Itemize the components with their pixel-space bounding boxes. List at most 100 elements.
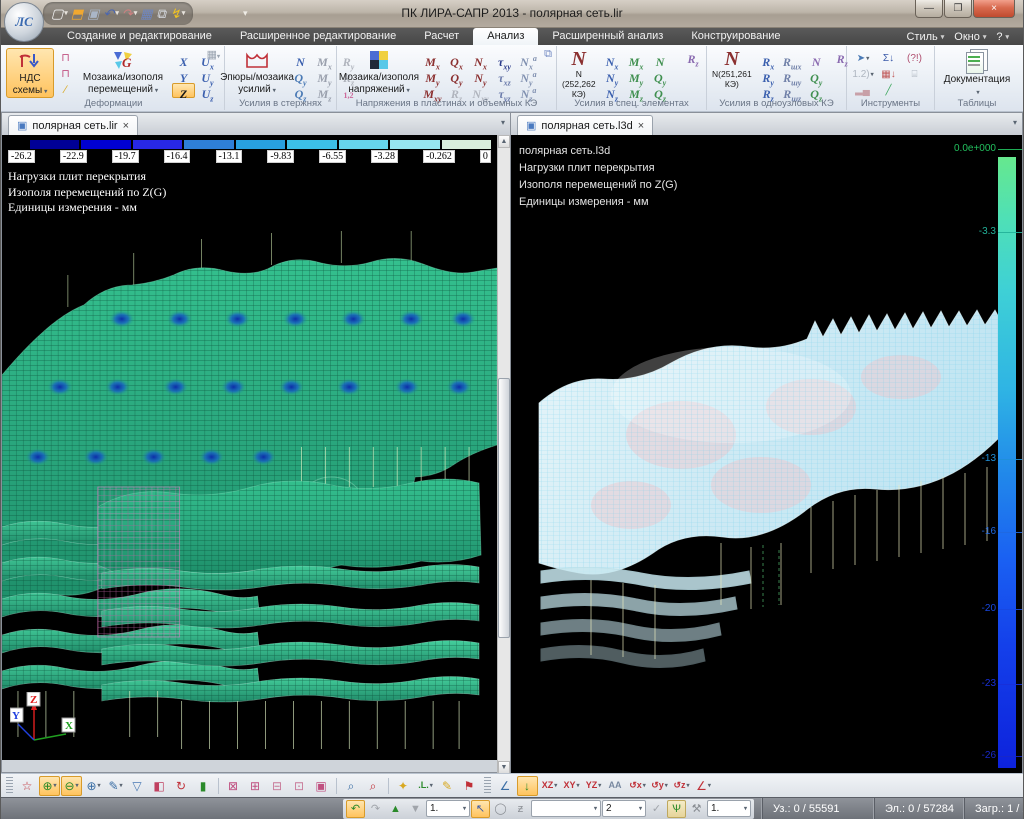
mini-icon[interactable]: ⊓ — [57, 50, 74, 65]
force-letter-button[interactable]: Mz — [313, 83, 336, 98]
window-menu-item[interactable]: ?▾ — [996, 31, 1009, 43]
measure-icon[interactable]: ✎▾ — [105, 776, 126, 796]
force-letter-button[interactable]: Y — [172, 67, 195, 82]
force-letter-button[interactable]: Mz — [625, 83, 648, 98]
force-letter-button[interactable]: Qy — [289, 67, 312, 82]
app-logo[interactable]: ЛС — [4, 2, 44, 42]
right-viewport[interactable]: полярная сеть.l3dНагрузки плит перекрыти… — [511, 135, 1022, 774]
mini-icon[interactable]: ⊓ — [57, 66, 74, 81]
panel-menu-icon[interactable]: ▾ — [1013, 118, 1017, 127]
undo-icon[interactable]: ↶▾ — [103, 7, 118, 20]
undo-view-icon[interactable]: ↶ — [346, 800, 365, 818]
force-letter-button[interactable]: Qz — [289, 83, 312, 98]
force-letter-button[interactable]: My — [421, 67, 444, 82]
force-letter-button[interactable]: Z — [172, 83, 195, 98]
chart-icon[interactable]: ▂▄ — [850, 85, 876, 96]
ribbon-tab[interactable]: Расчет — [410, 28, 473, 45]
lasso-icon[interactable]: ◯ — [491, 800, 510, 818]
new-file-icon[interactable]: ▢▾ — [51, 7, 68, 20]
force-letter-button[interactable]: Nz — [601, 83, 624, 98]
force-letter-button[interactable]: X — [172, 51, 195, 66]
force-letter-button[interactable]: Nx — [469, 51, 492, 66]
close-tab-icon[interactable]: × — [123, 120, 129, 132]
apply-icon[interactable]: ✓ — [647, 800, 666, 818]
redo-icon[interactable]: ↷▾ — [122, 7, 137, 20]
force-letter-button[interactable]: Nx — [601, 51, 624, 66]
left-vertical-scrollbar[interactable]: ▲ ▼ — [497, 135, 510, 774]
close-tab-icon[interactable]: × — [638, 120, 644, 132]
load-select[interactable]: 1.▾ — [707, 800, 751, 817]
flash-icon[interactable]: ↯▾ — [170, 7, 185, 20]
filter-icon[interactable]: ▽ — [127, 776, 148, 796]
ribbon-tab[interactable]: Создание и редактирование — [53, 28, 226, 45]
flag-icon[interactable]: ⚑ — [459, 776, 480, 796]
mosaic-save-icon[interactable]: ▦↓ — [876, 69, 902, 80]
wand-icon[interactable]: ╱ — [876, 85, 902, 96]
window-menu-item[interactable]: Стиль▾ — [906, 31, 944, 43]
polygon-select-icon[interactable]: ☆ — [17, 776, 38, 796]
perspective-icon[interactable]: АА — [605, 776, 626, 796]
force-letter-button[interactable]: Mxy — [421, 83, 444, 98]
force-diagrams-button[interactable]: Эпюры/мозаика усилий▾ — [228, 48, 286, 98]
fragment-icon[interactable]: ⊠ — [223, 776, 244, 796]
rotate-z-icon[interactable]: ↺z▾ — [671, 776, 692, 796]
flashlight-icon[interactable]: ✦ — [393, 776, 414, 796]
iso-view-icon[interactable]: ∠▾ — [693, 776, 714, 796]
numbering-icon[interactable]: 1.2)▾ — [850, 69, 876, 80]
left-viewport[interactable]: -26.2-22.9-19.7-16.4-13.1-9.83-6.55-3.28… — [2, 135, 497, 760]
force-letter-button[interactable]: Ny — [601, 67, 624, 82]
node-mode-icon[interactable]: ↖ — [471, 800, 490, 818]
clipboard-icon[interactable]: ⧉ — [544, 48, 552, 61]
mosaic-small-icon[interactable]: ▦▾ — [207, 48, 220, 61]
ribbon-tab[interactable]: Конструирование — [677, 28, 794, 45]
open-folder-icon[interactable]: ⬒ — [71, 7, 84, 20]
force-letter-button[interactable]: Rшy — [781, 67, 804, 82]
fragment-restore-icon[interactable]: ⊡ — [289, 776, 310, 796]
fragment-all-icon[interactable]: ▣ — [311, 776, 332, 796]
ribbon-tab[interactable]: Расширенный анализ — [538, 28, 677, 45]
count-select[interactable]: 2▾ — [602, 800, 646, 817]
mirror-icon[interactable]: ◧ — [149, 776, 170, 796]
brush-icon[interactable]: ▮ — [193, 776, 214, 796]
up-icon[interactable]: ▲ — [386, 800, 405, 818]
save-icon[interactable]: ▣ — [87, 7, 100, 20]
force-letter-button[interactable]: Qy — [805, 67, 828, 82]
scale-select[interactable]: 1.▾ — [426, 800, 470, 817]
rotate-x-icon[interactable]: ↺x▾ — [627, 776, 648, 796]
force-letter-button[interactable]: Mx — [625, 51, 648, 66]
zoom-extents-icon[interactable]: ⊕▾ — [83, 776, 104, 796]
close-button[interactable]: × — [973, 0, 1015, 18]
force-letter-button[interactable]: N — [649, 51, 672, 66]
copy-icon[interactable]: ⧉ — [157, 7, 167, 20]
iso-axes-icon[interactable]: ∠ — [495, 776, 516, 796]
hammer-icon[interactable]: ⚒ — [687, 800, 706, 818]
stress-mosaic-button[interactable]: Мозаика/изополя напряжений▾ — [340, 48, 418, 98]
force-letter-button[interactable]: Nxy — [469, 83, 492, 98]
toolbar-sep[interactable] — [336, 778, 337, 794]
force-letter-button[interactable]: Ny — [469, 67, 492, 82]
pencil-icon[interactable]: ✎ — [437, 776, 458, 796]
special-n-button[interactable]: N N (252,262 КЭ) — [560, 48, 598, 98]
force-letter-button[interactable]: N — [289, 51, 312, 66]
scroll-thumb[interactable] — [498, 378, 510, 638]
toolbar-grip[interactable] — [484, 777, 491, 795]
documentation-button[interactable]: Документация ▾ — [940, 48, 1014, 98]
mini-icon[interactable]: ∕ — [57, 82, 74, 97]
window-menu-item[interactable]: Окно▾ — [954, 31, 986, 43]
nds-schemes-button[interactable]: НДС схемы▾ — [6, 48, 54, 98]
force-letter-button[interactable]: Qx — [445, 51, 468, 66]
mosaic-displacements-button[interactable]: G Мозаика/изополя перемещений▾ — [77, 48, 169, 98]
toolbar-grip[interactable] — [6, 777, 13, 795]
minimize-button[interactable]: — — [915, 0, 943, 18]
force-letter-button[interactable]: Qy — [649, 67, 672, 82]
view-xy-icon[interactable]: XY▾ — [561, 776, 582, 796]
panel-menu-icon[interactable]: ▾ — [501, 118, 505, 127]
force-letter-button[interactable]: Rz — [445, 83, 468, 98]
sum-icon[interactable]: Σ↓ — [876, 53, 902, 64]
force-letter-button[interactable]: Qz — [649, 83, 672, 98]
force-letter-button[interactable]: τxz — [493, 67, 516, 82]
view-xz-icon[interactable]: XZ▾ — [539, 776, 560, 796]
force-letter-button[interactable]: Nya — [517, 67, 540, 82]
force-letter-button[interactable]: Rz — [757, 83, 780, 98]
toolbar-sep[interactable] — [218, 778, 219, 794]
